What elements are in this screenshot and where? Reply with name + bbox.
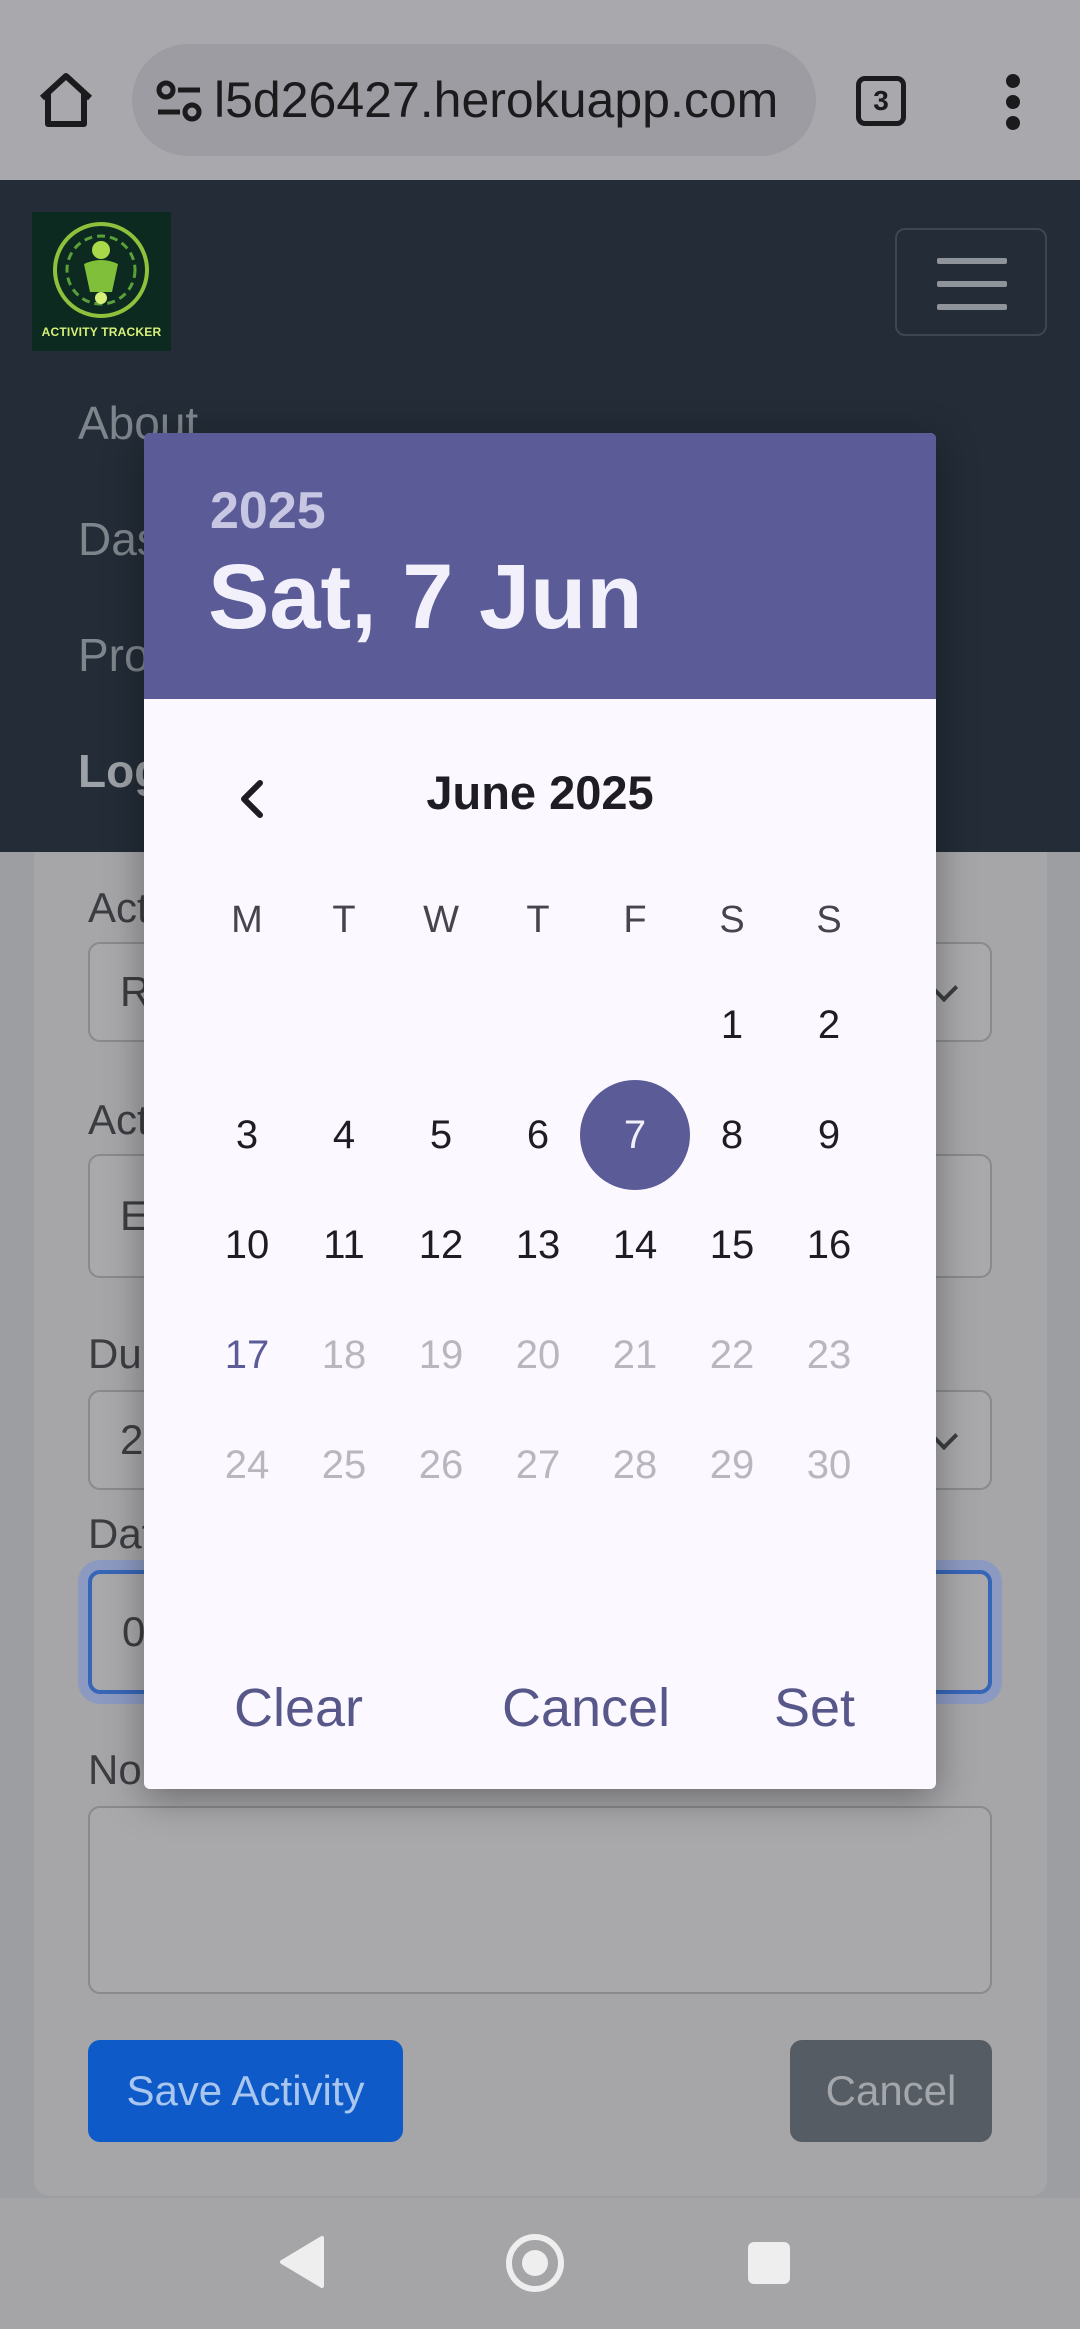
notes-label: No	[88, 1746, 142, 1793]
more-options-icon[interactable]	[1000, 74, 1028, 130]
calendar-day[interactable]: 2	[774, 970, 884, 1080]
calendar-day: 29	[709, 1443, 755, 1487]
home-circle-icon[interactable]	[506, 2234, 564, 2292]
calendar-day[interactable]: 5	[386, 1080, 496, 1190]
activity-name-label: Act	[88, 1096, 149, 1143]
duration-value: 2	[120, 1416, 144, 1463]
calendar-day[interactable]: 14	[580, 1190, 690, 1300]
site-settings-icon[interactable]	[154, 76, 204, 126]
calendar-day[interactable]: 3	[192, 1080, 302, 1190]
recents-icon[interactable]	[748, 2242, 790, 2284]
back-icon[interactable]	[278, 2234, 326, 2290]
calendar-day: 19	[418, 1333, 464, 1377]
weekday-header: T	[332, 899, 356, 941]
calendar-grid: M T W T F S S 1 2 3 4 5 6 7 8 9 10 11 12 13 14 15 16 17 18 19 20 21…	[144, 433, 936, 1789]
calendar-day: 27	[515, 1443, 561, 1487]
form-cancel-button[interactable]: Cancel	[790, 2040, 992, 2142]
weekday-header: T	[526, 899, 550, 941]
calendar-day[interactable]: 16	[774, 1190, 884, 1300]
weekday-header: W	[423, 899, 459, 941]
calendar-day[interactable]: 15	[677, 1190, 787, 1300]
weekday-header: S	[719, 899, 745, 941]
calendar-day: 24	[224, 1443, 270, 1487]
calendar-day[interactable]: 13	[483, 1190, 593, 1300]
weekday-header: S	[816, 899, 842, 941]
calendar-day: 23	[806, 1333, 852, 1377]
activity-type-label: Act	[88, 884, 149, 931]
calendar-day[interactable]: 8	[677, 1080, 787, 1190]
calendar-day: 25	[321, 1443, 367, 1487]
address-bar[interactable]: l5d26427.herokuapp.com	[132, 44, 816, 156]
clear-button[interactable]: Clear	[234, 1677, 363, 1739]
calendar-day[interactable]: 11	[289, 1190, 399, 1300]
selected-day[interactable]: 7	[580, 1080, 690, 1190]
calendar-day[interactable]: 12	[386, 1190, 496, 1300]
calendar-day[interactable]: 17	[192, 1300, 302, 1410]
tab-switcher-button[interactable]: 3	[856, 76, 906, 126]
set-button[interactable]: Set	[774, 1677, 855, 1739]
navbar-toggler-button[interactable]	[895, 228, 1047, 336]
activity-tracker-logo[interactable]: ACTIVITY TRACKER	[32, 212, 171, 351]
date-value: 0	[122, 1608, 146, 1655]
calendar-day[interactable]: 9	[774, 1080, 884, 1190]
weekday-header: M	[231, 899, 263, 941]
home-icon[interactable]	[34, 68, 98, 132]
weekday-header: F	[623, 899, 647, 941]
url-text[interactable]: l5d26427.herokuapp.com	[214, 70, 804, 130]
calendar-day: 21	[612, 1333, 658, 1377]
calendar-day[interactable]: 10	[192, 1190, 302, 1300]
date-picker-dialog: 2025 Sat, 7 Jun June 2025 MTWTFSS1234567…	[144, 433, 936, 1789]
system-navigation-bar	[0, 2198, 1080, 2329]
dialog-cancel-button[interactable]: Cancel	[502, 1677, 670, 1739]
calendar-day: 22	[709, 1333, 755, 1377]
nav-link-profile[interactable]: Pro	[78, 628, 150, 682]
calendar-day[interactable]: 1	[677, 970, 787, 1080]
logo-text: ACTIVITY TRACKER	[41, 325, 162, 339]
calendar-day: 20	[515, 1333, 561, 1377]
calendar-day: 26	[418, 1443, 464, 1487]
calendar-day: 30	[806, 1443, 852, 1487]
browser-toolbar: l5d26427.herokuapp.com 3	[0, 0, 1080, 180]
calendar-day: 18	[321, 1333, 367, 1377]
save-activity-button[interactable]: Save Activity	[88, 2040, 403, 2142]
calendar-day: 28	[612, 1443, 658, 1487]
notes-textarea[interactable]	[88, 1806, 992, 1994]
calendar-day[interactable]: 4	[289, 1080, 399, 1190]
calendar-day[interactable]: 6	[483, 1080, 593, 1190]
